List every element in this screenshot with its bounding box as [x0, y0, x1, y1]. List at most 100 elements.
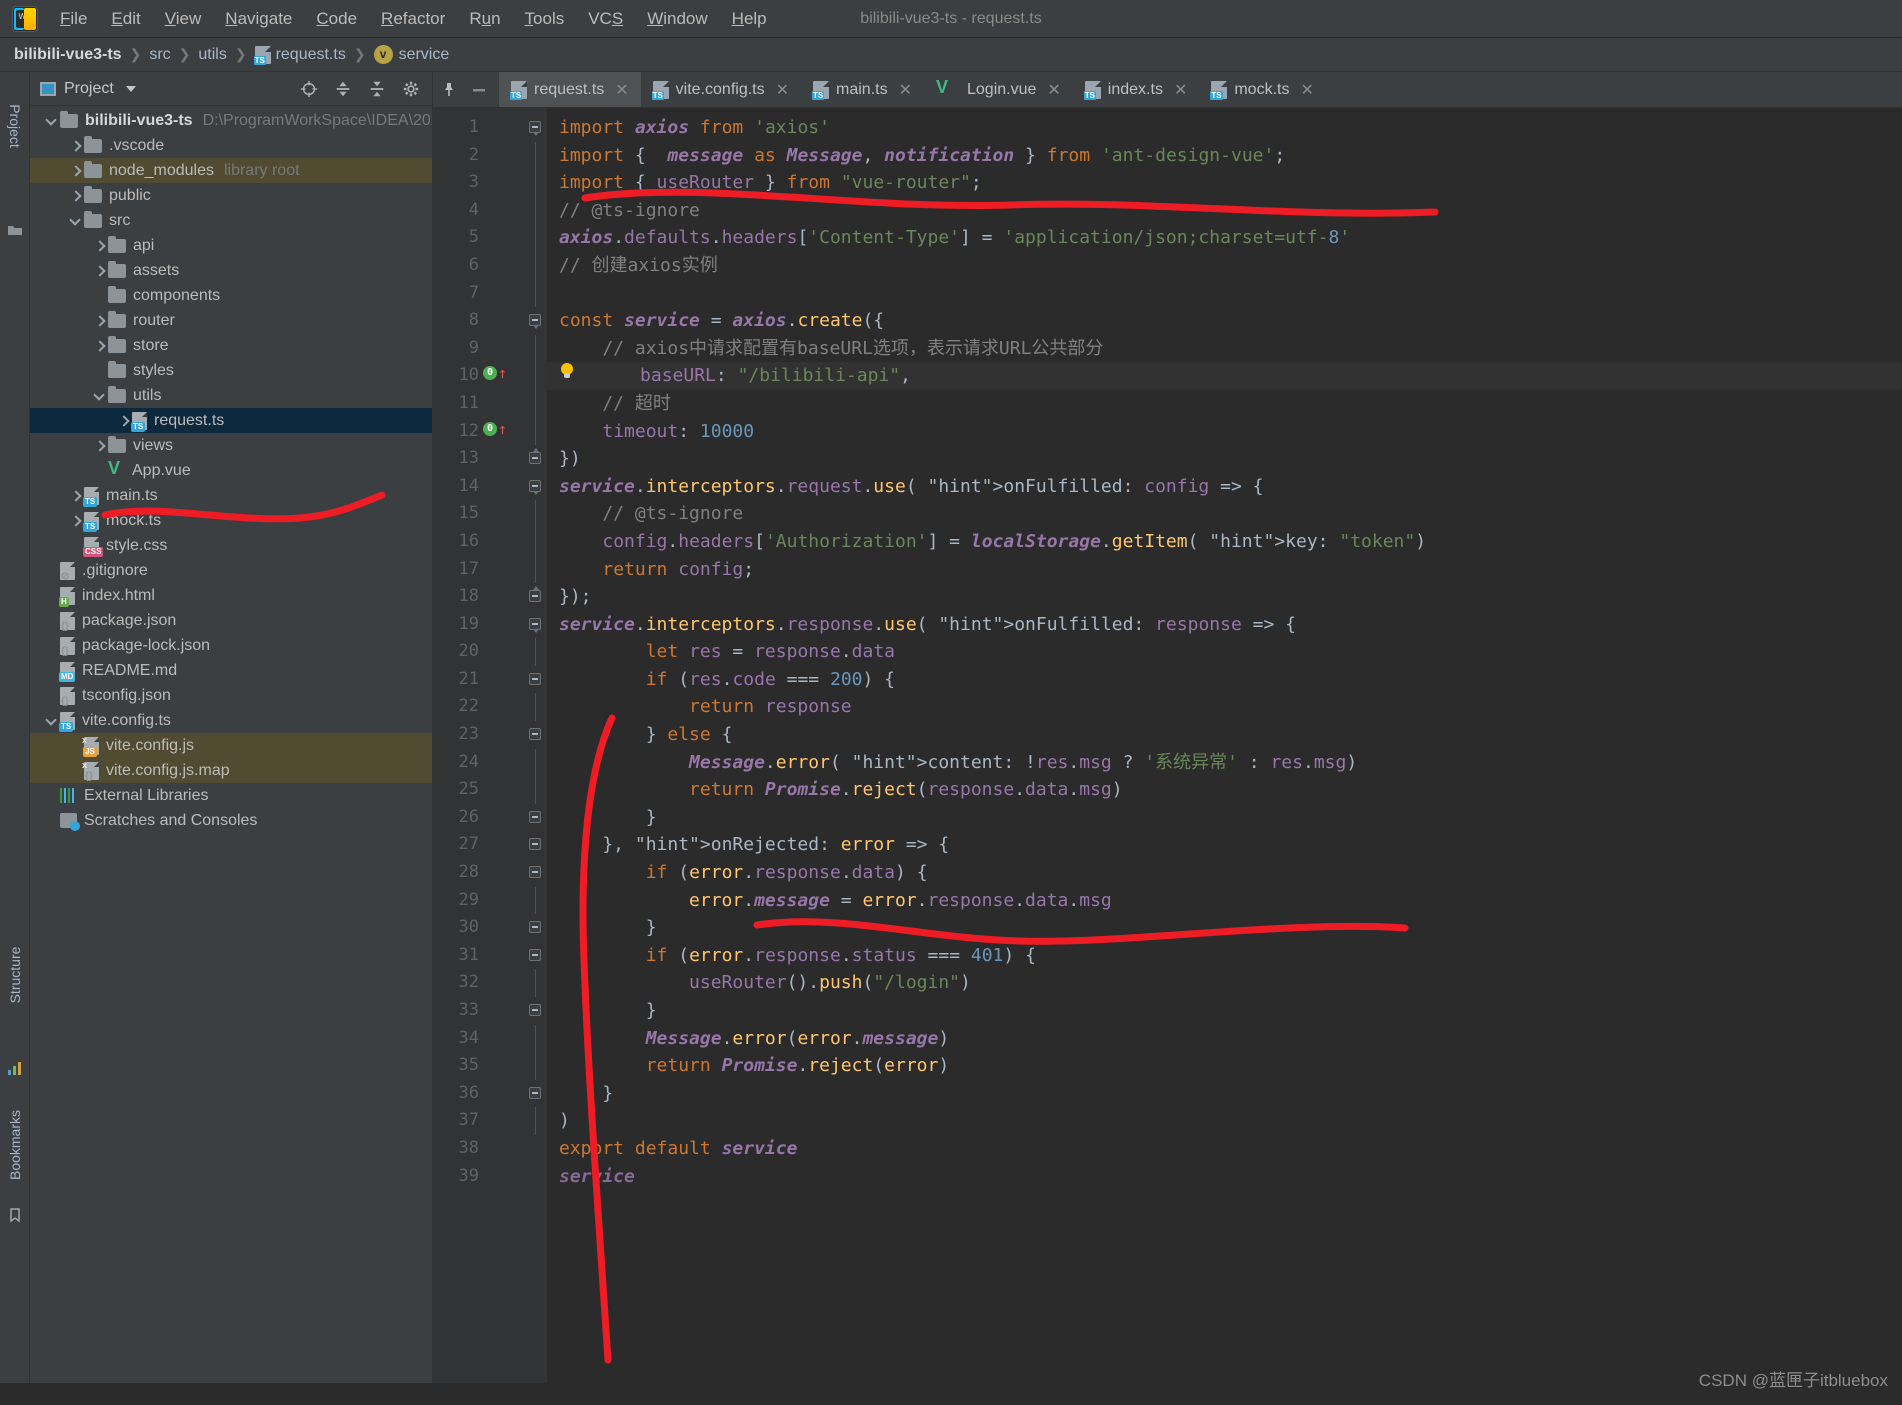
- chevron-down-icon[interactable]: [92, 389, 106, 403]
- code-line[interactable]: // @ts-ignore: [547, 197, 1902, 225]
- code-line[interactable]: axios.defaults.headers['Content-Type'] =…: [547, 224, 1902, 252]
- fold-toggle-icon[interactable]: [529, 618, 541, 630]
- editor-tab-Login-vue[interactable]: Login.vue✕: [924, 72, 1073, 107]
- fold-toggle-icon[interactable]: [529, 590, 541, 602]
- fold-toggle-icon[interactable]: [529, 838, 541, 850]
- fold-toggle-icon[interactable]: [529, 480, 541, 492]
- fold-toggle-icon[interactable]: [529, 314, 541, 326]
- menu-item-refactor[interactable]: Refactor: [369, 5, 457, 33]
- fold-toggle-icon[interactable]: [529, 452, 541, 464]
- tree-row[interactable]: views: [30, 433, 432, 458]
- code-line[interactable]: });: [547, 583, 1902, 611]
- menu-item-vcs[interactable]: VCS: [576, 5, 635, 33]
- breadcrumb-item-utils[interactable]: utils: [198, 46, 226, 64]
- fold-toggle-icon[interactable]: [529, 1087, 541, 1099]
- code-line[interactable]: // 创建axios实例: [547, 252, 1902, 280]
- tree-row[interactable]: node_moduleslibrary root: [30, 158, 432, 183]
- gutter-marker[interactable]: 0↑: [483, 422, 507, 436]
- close-icon[interactable]: ✕: [615, 80, 628, 100]
- tree-row[interactable]: ⊘.gitignore: [30, 558, 432, 583]
- expand-all-icon[interactable]: [334, 80, 352, 98]
- editor-tab-vite-config-ts[interactable]: vite.config.ts✕: [641, 72, 801, 107]
- tree-row[interactable]: x{}vite.config.js.map: [30, 758, 432, 783]
- editor-tab-main-ts[interactable]: main.ts✕: [801, 72, 924, 107]
- tree-row[interactable]: bilibili-vue3-tsD:\ProgramWorkSpace\IDEA…: [30, 108, 432, 133]
- chevron-right-icon[interactable]: [68, 189, 82, 203]
- chevron-right-icon[interactable]: [68, 164, 82, 178]
- editor-tab-mock-ts[interactable]: mock.ts✕: [1199, 72, 1326, 107]
- tree-row[interactable]: {}package-lock.json: [30, 633, 432, 658]
- close-icon[interactable]: ✕: [899, 80, 912, 100]
- breadcrumb-item-file[interactable]: request.ts: [255, 46, 346, 64]
- fold-toggle-icon[interactable]: [529, 728, 541, 740]
- code-line[interactable]: import { message as Message, notificatio…: [547, 142, 1902, 170]
- fold-toggle-icon[interactable]: [529, 866, 541, 878]
- close-icon[interactable]: ✕: [776, 80, 789, 100]
- fold-toggle-icon[interactable]: [529, 121, 541, 133]
- chevron-right-icon[interactable]: [92, 239, 106, 253]
- code-line[interactable]: }: [547, 997, 1902, 1025]
- code-line[interactable]: import { useRouter } from "vue-router";: [547, 169, 1902, 197]
- code-line[interactable]: service: [547, 1163, 1902, 1191]
- editor-tab-request-ts[interactable]: request.ts✕: [499, 72, 641, 107]
- tree-row[interactable]: api: [30, 233, 432, 258]
- chevron-right-icon[interactable]: [68, 514, 82, 528]
- code-line[interactable]: }, "hint">onRejected: error => {: [547, 831, 1902, 859]
- breadcrumb-item-src[interactable]: src: [149, 46, 170, 64]
- menu-item-help[interactable]: Help: [720, 5, 779, 33]
- chevron-down-icon[interactable]: [68, 214, 82, 228]
- code-line[interactable]: [547, 280, 1902, 308]
- tool-window-project[interactable]: Project: [7, 104, 23, 148]
- chevron-right-icon[interactable]: [92, 264, 106, 278]
- fold-toggle-icon[interactable]: [529, 949, 541, 961]
- editor-scrollbar[interactable]: [1889, 108, 1902, 1405]
- tree-row[interactable]: .vscode: [30, 133, 432, 158]
- project-file-tree[interactable]: bilibili-vue3-tsD:\ProgramWorkSpace\IDEA…: [30, 106, 432, 1405]
- breadcrumb-item-project[interactable]: bilibili-vue3-ts: [14, 46, 122, 64]
- code-line[interactable]: if (res.code === 200) {: [547, 666, 1902, 694]
- source-code[interactable]: import axios from 'axios'import { messag…: [547, 108, 1902, 1405]
- code-line[interactable]: }: [547, 804, 1902, 832]
- bookmark-icon[interactable]: [7, 1207, 23, 1223]
- code-line[interactable]: // axios中请求配置有baseURL选项，表示请求URL公共部分: [547, 335, 1902, 363]
- chevron-right-icon[interactable]: [92, 439, 106, 453]
- chevron-right-icon[interactable]: [116, 414, 130, 428]
- tree-row[interactable]: CSSstyle.css: [30, 533, 432, 558]
- tree-row[interactable]: components: [30, 283, 432, 308]
- minimize-icon[interactable]: [471, 82, 487, 98]
- fold-toggle-icon[interactable]: [529, 921, 541, 933]
- code-line[interactable]: return Promise.reject(response.data.msg): [547, 776, 1902, 804]
- code-line[interactable]: let res = response.data: [547, 638, 1902, 666]
- chevron-down-icon[interactable]: [126, 86, 136, 92]
- fold-toggle-icon[interactable]: [529, 811, 541, 823]
- menu-item-file[interactable]: File: [48, 5, 99, 33]
- close-icon[interactable]: ✕: [1174, 80, 1187, 100]
- tree-row[interactable]: utils: [30, 383, 432, 408]
- tool-window-structure[interactable]: Structure: [7, 947, 23, 1004]
- code-line[interactable]: return response: [547, 693, 1902, 721]
- tree-row[interactable]: {}package.json: [30, 608, 432, 633]
- menu-item-code[interactable]: Code: [304, 5, 369, 33]
- chevron-down-icon[interactable]: [44, 714, 58, 728]
- code-line[interactable]: service.interceptors.request.use( "hint"…: [547, 473, 1902, 501]
- code-line[interactable]: Message.error(error.message): [547, 1025, 1902, 1053]
- menu-item-edit[interactable]: Edit: [99, 5, 152, 33]
- locate-icon[interactable]: [300, 80, 318, 98]
- code-line[interactable]: Message.error( "hint">content: !res.msg …: [547, 749, 1902, 777]
- tree-row[interactable]: public: [30, 183, 432, 208]
- editor-tab-index-ts[interactable]: index.ts✕: [1073, 72, 1200, 107]
- code-line[interactable]: useRouter().push("/login"): [547, 969, 1902, 997]
- code-line[interactable]: return Promise.reject(error): [547, 1052, 1902, 1080]
- code-line[interactable]: export default service: [547, 1135, 1902, 1163]
- pin-icon[interactable]: [441, 82, 457, 98]
- chevron-right-icon[interactable]: [68, 489, 82, 503]
- code-line[interactable]: // @ts-ignore: [547, 500, 1902, 528]
- code-line[interactable]: import axios from 'axios': [547, 114, 1902, 142]
- breadcrumb-item-symbol[interactable]: v service: [374, 45, 450, 64]
- close-icon[interactable]: ✕: [1300, 80, 1313, 100]
- intention-bulb-icon[interactable]: [559, 363, 575, 381]
- code-line[interactable]: return config;: [547, 556, 1902, 584]
- tree-row[interactable]: TSrequest.ts: [30, 408, 432, 433]
- code-folding-gutter[interactable]: [525, 108, 547, 1405]
- menu-item-view[interactable]: View: [153, 5, 214, 33]
